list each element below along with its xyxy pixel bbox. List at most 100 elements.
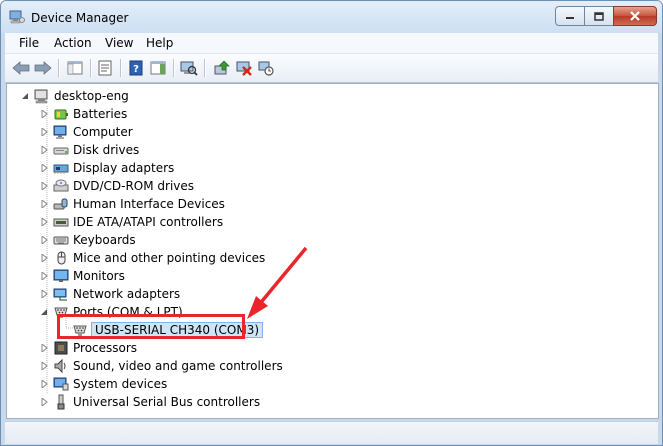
- device-manager-icon: [9, 10, 25, 24]
- uninstall-icon: [236, 61, 252, 76]
- expand-arrow-icon[interactable]: [40, 127, 50, 137]
- show-hide-console-tree-button[interactable]: [65, 58, 85, 78]
- expand-arrow-icon[interactable]: [40, 163, 50, 173]
- disable-device-icon: [258, 61, 274, 76]
- tree-item-label: Computer: [73, 125, 133, 139]
- expand-arrow-icon[interactable]: [40, 289, 50, 299]
- properties-icon: [98, 60, 112, 76]
- expand-arrow-icon[interactable]: [40, 397, 50, 407]
- status-bar: [5, 421, 658, 444]
- tree-item-computer[interactable]: Computer: [40, 123, 133, 141]
- window-title: Device Manager: [31, 11, 129, 25]
- help-book-icon: ?: [129, 60, 143, 76]
- show-hide-action-pane-button[interactable]: [148, 58, 168, 78]
- tree-item-system-devices[interactable]: System devices: [40, 375, 167, 393]
- update-driver-button[interactable]: [212, 58, 232, 78]
- expand-arrow-icon[interactable]: [40, 199, 50, 209]
- update-driver-icon: [214, 60, 230, 75]
- properties-button[interactable]: [95, 58, 115, 78]
- scan-hardware-icon: [180, 61, 198, 76]
- expand-arrow-icon[interactable]: [40, 379, 50, 389]
- disable-device-button[interactable]: [256, 58, 276, 78]
- tree-item-sound-video-and-game-controllers[interactable]: Sound, video and game controllers: [40, 357, 283, 375]
- hid-icon: [53, 196, 69, 212]
- annotation-highlight-box: [57, 314, 245, 339]
- tree-item-universal-serial-bus-controllers[interactable]: Universal Serial Bus controllers: [40, 393, 260, 411]
- uninstall-device-button[interactable]: [234, 58, 254, 78]
- tree-root-desktop-eng[interactable]: desktop-eng: [21, 87, 129, 105]
- expand-arrow-icon[interactable]: [40, 271, 50, 281]
- expand-arrow-icon[interactable]: [40, 343, 50, 353]
- menu-help[interactable]: Help: [146, 36, 173, 50]
- menu-file[interactable]: File: [19, 36, 39, 50]
- toolbar: ?: [5, 54, 658, 83]
- tree-item-ide-ata-atapi-controllers[interactable]: IDE ATA/ATAPI controllers: [40, 213, 223, 231]
- ide-controller-icon: [53, 214, 69, 230]
- tree-item-processors[interactable]: Processors: [40, 339, 137, 357]
- usb-icon: [53, 394, 69, 410]
- maximize-button[interactable]: [584, 6, 613, 26]
- tree-item-label: Universal Serial Bus controllers: [73, 395, 261, 409]
- expand-arrow-icon[interactable]: [40, 253, 50, 263]
- close-icon: [630, 11, 640, 21]
- back-button[interactable]: [11, 58, 31, 78]
- keyboard-icon: [53, 232, 69, 248]
- tree-item-label: Mice and other pointing devices: [73, 251, 266, 265]
- sound-icon: [53, 358, 69, 374]
- tree-item-label: Disk drives: [73, 143, 140, 157]
- help-button[interactable]: ?: [126, 58, 146, 78]
- tree-item-label: System devices: [73, 377, 168, 391]
- tree-item-display-adapters[interactable]: Display adapters: [40, 159, 174, 177]
- close-button[interactable]: [613, 6, 657, 26]
- expand-arrow-icon[interactable]: [40, 145, 50, 155]
- mouse-icon: [53, 250, 69, 266]
- tree-item-label: Monitors: [73, 269, 125, 283]
- monitor-icon: [53, 268, 69, 284]
- tree-item-label: Display adapters: [73, 161, 175, 175]
- network-adapter-icon: [53, 286, 69, 302]
- tree-item-mice-and-other-pointing-devices[interactable]: Mice and other pointing devices: [40, 249, 265, 267]
- tree-item-monitors[interactable]: Monitors: [40, 267, 125, 285]
- tree-item-batteries[interactable]: Batteries: [40, 105, 127, 123]
- forward-button[interactable]: [33, 58, 53, 78]
- system-device-icon: [53, 376, 69, 392]
- forward-arrow-icon: [34, 61, 52, 75]
- tree-item-label: Network adapters: [73, 287, 181, 301]
- root-computer-icon: [34, 88, 50, 104]
- console-tree-icon: [67, 61, 83, 75]
- tree-item-label: Batteries: [73, 107, 128, 121]
- menu-view[interactable]: View: [105, 36, 133, 50]
- tree-item-human-interface-devices[interactable]: Human Interface Devices: [40, 195, 225, 213]
- expand-arrow-icon[interactable]: [40, 181, 50, 191]
- collapse-arrow-icon[interactable]: [40, 307, 50, 317]
- svg-text:?: ?: [133, 64, 139, 75]
- menu-action[interactable]: Action: [54, 36, 92, 50]
- tree-item-label: DVD/CD-ROM drives: [73, 179, 195, 193]
- tree-item-disk-drives[interactable]: Disk drives: [40, 141, 139, 159]
- expand-arrow-icon[interactable]: [40, 217, 50, 227]
- tree-item-dvd-cd-rom-drives[interactable]: DVD/CD-ROM drives: [40, 177, 194, 195]
- dvd-drive-icon: [53, 178, 69, 194]
- minimize-icon: [566, 17, 574, 19]
- tree-item-keyboards[interactable]: Keyboards: [40, 231, 136, 249]
- minimize-button[interactable]: [555, 6, 584, 26]
- tree-item-label: Processors: [73, 341, 138, 355]
- battery-icon: [53, 106, 69, 122]
- expand-arrow-icon[interactable]: [40, 361, 50, 371]
- expand-arrow-icon[interactable]: [40, 109, 50, 119]
- computer-icon: [53, 124, 69, 140]
- tree-item-label: Sound, video and game controllers: [73, 359, 283, 373]
- tree-item-network-adapters[interactable]: Network adapters: [40, 285, 180, 303]
- action-pane-icon: [150, 61, 166, 75]
- disk-drive-icon: [53, 142, 69, 158]
- title-bar[interactable]: Device Manager: [1, 1, 662, 33]
- processor-icon: [53, 340, 69, 356]
- collapse-arrow-icon[interactable]: [21, 91, 31, 101]
- device-manager-window: Device Manager File Action View Help ? d…: [0, 0, 663, 446]
- tree-item-label: Keyboards: [73, 233, 136, 247]
- expand-arrow-icon[interactable]: [40, 235, 50, 245]
- maximize-icon: [594, 11, 604, 21]
- scan-hardware-changes-button[interactable]: [179, 58, 199, 78]
- device-tree[interactable]: desktop-eng Batteries Computer Disk drives D…: [6, 83, 659, 419]
- menu-bar: File Action View Help: [5, 33, 658, 54]
